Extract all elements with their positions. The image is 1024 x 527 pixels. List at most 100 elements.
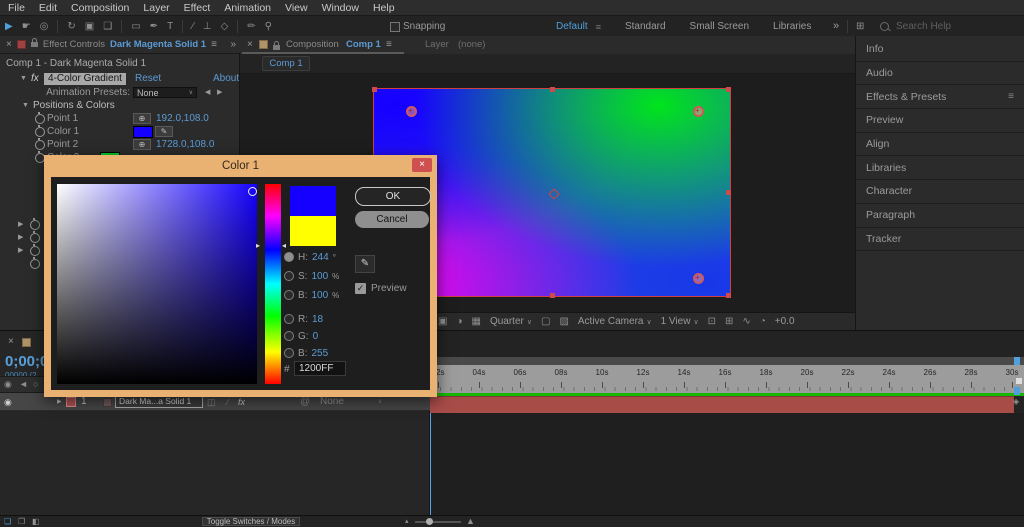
menu-item-edit[interactable]: Edit xyxy=(39,2,57,14)
panel-header-paragraph[interactable]: Paragraph xyxy=(856,204,1024,228)
workspace-standard[interactable]: Standard xyxy=(625,21,666,32)
menu-item-animation[interactable]: Animation xyxy=(224,2,271,14)
timeline-zoom-slider[interactable] xyxy=(415,521,461,523)
track-area[interactable] xyxy=(430,413,1024,516)
time-ruler[interactable]: 02s04s06s08s10s12s14s16s18s20s22s24s26s2… xyxy=(430,365,1024,393)
tab-target-name[interactable]: Dark Magenta Solid 1 xyxy=(110,39,206,50)
resolution-dropdown[interactable]: Quarter ∨ xyxy=(490,316,532,327)
pixel-aspect-icon[interactable]: ⊡ xyxy=(708,316,716,327)
pan-behind-tool[interactable]: ❑ xyxy=(103,21,112,32)
selection-handle[interactable] xyxy=(550,87,555,92)
snapping-checkbox[interactable] xyxy=(390,22,400,32)
menu-item-view[interactable]: View xyxy=(285,2,308,14)
positions-colors-group[interactable]: ▼ Positions & Colors xyxy=(0,99,240,112)
eraser-tool[interactable]: ◇ xyxy=(221,21,229,32)
sb-cursor[interactable] xyxy=(248,187,257,196)
expand-arrow-icon[interactable]: ▶ xyxy=(18,231,23,244)
anchor-point[interactable] xyxy=(548,188,559,199)
solo-icon[interactable]: ○ xyxy=(33,377,38,392)
expand-out-icon[interactable]: ❐ xyxy=(18,516,25,527)
hue-value[interactable]: 244 xyxy=(312,252,329,263)
menu-item-composition[interactable]: Composition xyxy=(71,2,129,14)
comp-tab-chip[interactable]: Comp 1 xyxy=(262,56,310,71)
eye-icon[interactable]: ◉ xyxy=(4,377,12,392)
collapse-arrow-icon[interactable]: ▼ xyxy=(20,72,27,86)
stopwatch-icon[interactable] xyxy=(30,246,40,256)
zoom-in-mountain-icon[interactable]: ▲ xyxy=(466,516,475,526)
point1-value[interactable]: 192.0,108.0 xyxy=(156,112,209,125)
transfer-controls-icon[interactable]: ◧ xyxy=(32,516,40,527)
color1-swatch[interactable] xyxy=(133,126,153,138)
eyedropper-icon[interactable]: ✎ xyxy=(155,126,173,137)
panel-header-preview[interactable]: Preview xyxy=(856,109,1024,133)
preview-checkbox[interactable]: ✓ xyxy=(355,283,366,294)
zoom-slider-knob[interactable] xyxy=(426,518,433,525)
menu-item-window[interactable]: Window xyxy=(322,2,359,14)
saturation-radio[interactable] xyxy=(284,271,294,281)
menu-item-layer[interactable]: Layer xyxy=(143,2,169,14)
about-link[interactable]: About xyxy=(213,72,239,86)
effect-name[interactable]: 4-Color Gradient xyxy=(44,73,126,85)
camera-tool[interactable]: ▣ xyxy=(85,21,94,32)
layer-duration-bar[interactable] xyxy=(430,396,1014,413)
puppet-tool[interactable]: ⚲ xyxy=(265,21,272,32)
dialog-close-button[interactable]: × xyxy=(412,158,432,172)
stopwatch-icon[interactable] xyxy=(35,114,45,124)
expand-in-icon[interactable]: ❏ xyxy=(4,516,11,527)
eye-icon[interactable]: ◉ xyxy=(4,393,12,411)
stopwatch-icon[interactable] xyxy=(30,220,40,230)
tab-layer[interactable]: Layer xyxy=(425,36,449,54)
expand-arrow-icon[interactable]: ▶ xyxy=(18,218,23,231)
zoom-tool[interactable]: ◎ xyxy=(40,21,49,32)
tab-overflow-icon[interactable]: » xyxy=(230,36,236,54)
point2-value[interactable]: 1728.0,108.0 xyxy=(156,138,214,151)
close-icon[interactable]: × xyxy=(6,39,12,50)
toggle-switches-button[interactable]: Toggle Switches / Modes xyxy=(202,517,300,526)
panel-header-align[interactable]: Align xyxy=(856,133,1024,157)
green-value[interactable]: 0 xyxy=(313,331,319,342)
brightness-radio[interactable] xyxy=(284,290,294,300)
menu-item-help[interactable]: Help xyxy=(373,2,395,14)
blue-value[interactable]: 255 xyxy=(311,348,328,359)
hue-strip[interactable] xyxy=(265,184,281,384)
gradient-point1-handle[interactable] xyxy=(406,106,417,117)
presets-dropdown[interactable]: None ∨ xyxy=(133,87,197,98)
selection-handle[interactable] xyxy=(726,293,731,298)
transparency-grid-icon[interactable]: ▨ xyxy=(559,316,568,327)
exposure-value[interactable]: +0.0 xyxy=(775,316,795,327)
rotobrush-tool[interactable]: ✏ xyxy=(247,21,255,32)
gradient-point2-handle[interactable] xyxy=(693,106,704,117)
panel-menu-icon[interactable]: ≡ xyxy=(1008,91,1014,102)
ok-button[interactable]: OK xyxy=(355,187,431,206)
workspace-default[interactable]: Default xyxy=(556,21,588,32)
panel-header-info[interactable]: Info xyxy=(856,38,1024,62)
camera-dropdown[interactable]: Active Camera ∨ xyxy=(578,316,652,327)
hue-radio[interactable] xyxy=(284,252,294,262)
stopwatch-icon[interactable] xyxy=(30,233,40,243)
zoom-out-mountain-icon[interactable]: ▴ xyxy=(405,517,409,525)
rotate-tool[interactable]: ↻ xyxy=(67,21,75,32)
green-radio[interactable] xyxy=(284,331,294,341)
selection-tool[interactable]: ▶ xyxy=(5,21,13,32)
selection-handle[interactable] xyxy=(726,87,731,92)
roi-icon[interactable]: ▢ xyxy=(541,316,550,327)
audio-icon[interactable]: ◄ xyxy=(19,377,28,392)
panel-header-character[interactable]: Character xyxy=(856,180,1024,204)
workspace-overflow-icon[interactable]: » xyxy=(833,16,839,37)
panel-header-tracker[interactable]: Tracker xyxy=(856,228,1024,252)
stopwatch-icon[interactable] xyxy=(35,140,45,150)
hue-selector-right-icon[interactable]: ◂ xyxy=(282,241,286,250)
panel-header-effects-presets[interactable]: Effects & Presets≡ xyxy=(856,85,1024,109)
reset-link[interactable]: Reset xyxy=(135,72,161,86)
pano-icon[interactable]: ⊞ xyxy=(856,16,864,37)
red-radio[interactable] xyxy=(284,314,294,324)
stopwatch-icon[interactable] xyxy=(30,259,40,269)
time-navigator[interactable] xyxy=(430,357,1024,365)
tab-effect-controls[interactable]: Effect Controls xyxy=(43,39,105,50)
layer-label-color[interactable] xyxy=(66,397,76,407)
type-tool[interactable]: T xyxy=(167,21,173,32)
prev-preset-icon[interactable]: ◀ xyxy=(205,86,210,99)
hex-input[interactable]: 1200FF xyxy=(294,361,346,376)
eyedropper-button[interactable]: ✎ xyxy=(355,255,375,273)
cancel-button[interactable]: Cancel xyxy=(355,211,429,228)
